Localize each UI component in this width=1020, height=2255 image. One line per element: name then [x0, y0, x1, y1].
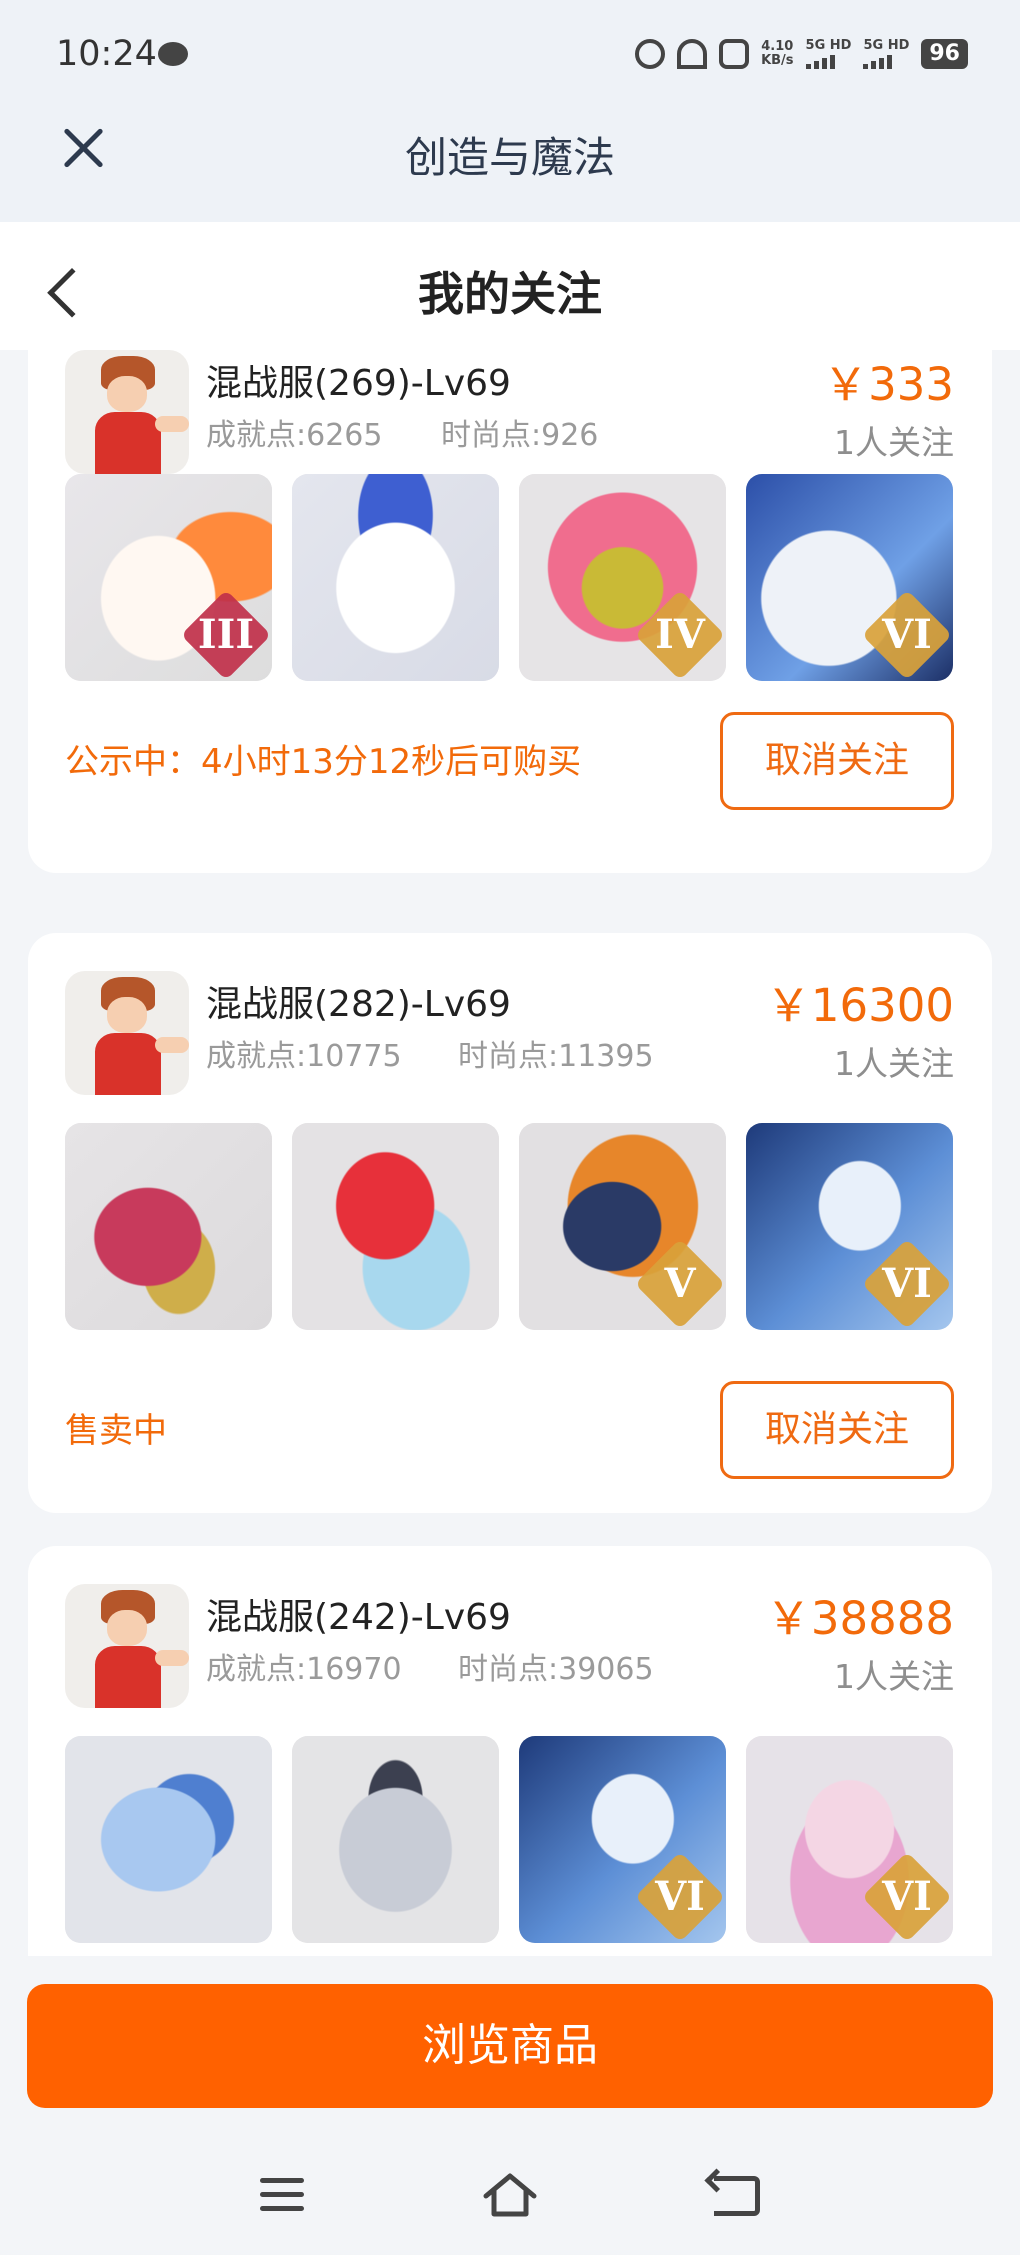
follower-count: 1人关注 — [834, 1044, 954, 1083]
character-avatar — [65, 350, 189, 474]
tier-badge: VI — [882, 611, 932, 658]
browse-products-button[interactable]: 浏览商品 — [27, 1984, 993, 2108]
status-bar: 10:24 4.10 KB/s 5G HD 5G HD 96 — [0, 0, 1020, 110]
owl-mount-icon[interactable] — [292, 474, 499, 681]
home-icon[interactable] — [482, 2170, 538, 2220]
ice-warrior-icon[interactable]: VI — [519, 1736, 726, 1943]
follower-count: 1人关注 — [834, 423, 954, 462]
back-nav-icon[interactable] — [714, 2176, 760, 2216]
signal-2: 5G HD — [863, 39, 909, 69]
price: ￥38888 — [765, 1592, 954, 1645]
unicorn-mount-icon[interactable]: III — [65, 474, 272, 681]
achievement-points: 成就点:16970 — [206, 1652, 402, 1687]
tier-badge: VI — [882, 1260, 932, 1307]
status-time: 10:24 — [56, 34, 157, 74]
price: ￥333 — [823, 358, 954, 411]
tier-badge: IV — [655, 611, 705, 658]
fashion-points: 时尚点:11395 — [458, 1039, 654, 1074]
item-thumbnails: III IV VI — [65, 474, 953, 681]
listing-status: 公示中：4小时13分12秒后可购买 — [65, 742, 582, 782]
speed-value: 4.10 — [761, 39, 794, 54]
speedometer-icon — [677, 39, 708, 69]
battery-icon: 96 — [921, 39, 968, 69]
fire-dragon-icon[interactable]: V — [519, 1123, 726, 1330]
app-title: 创造与魔法 — [404, 133, 615, 182]
pink-bear-icon[interactable]: IV — [519, 474, 726, 681]
listing-card[interactable]: 混战服(282)-Lv69 成就点:10775 时尚点:11395 ￥16300… — [28, 933, 992, 1513]
signal-1: 5G HD — [805, 38, 852, 69]
listing-card[interactable]: 混战服(269)-Lv69 成就点:6265 时尚点:926 ￥333 1人关注… — [28, 350, 992, 873]
achievement-points: 成就点:6265 — [206, 418, 383, 453]
tier-badge: III — [197, 611, 255, 658]
fashion-points: 时尚点:39065 — [458, 1652, 654, 1687]
achievement-points: 成就点:10775 — [206, 1039, 402, 1074]
follower-count: 1人关注 — [834, 1657, 954, 1696]
speed-unit: KB/s — [761, 53, 794, 68]
character-avatar — [65, 971, 189, 1095]
white-tiger-icon[interactable]: VI — [746, 474, 953, 681]
signal-1-label: 5G HD — [805, 38, 852, 53]
mute-icon — [719, 39, 750, 69]
status-icons: 4.10 KB/s 5G HD 5G HD 96 — [635, 34, 968, 74]
listing-status: 售卖中 — [65, 1411, 167, 1451]
network-speed: 4.10 KB/s — [761, 40, 793, 68]
server-level: 混战服(282)-Lv69 — [206, 984, 511, 1025]
server-level: 混战服(269)-Lv69 — [206, 363, 511, 404]
silver-dragon-icon[interactable] — [292, 1736, 499, 1943]
dragon-mount-icon[interactable] — [65, 1123, 272, 1330]
signal-bars-icon — [863, 53, 893, 69]
tier-badge: VI — [882, 1873, 932, 1920]
character-avatar — [65, 1584, 189, 1708]
item-thumbnails: VI VI — [65, 1736, 953, 1943]
alarm-icon — [635, 39, 666, 69]
listing-card[interactable]: 混战服(242)-Lv69 成就点:16970 时尚点:39065 ￥38888… — [28, 1546, 992, 1956]
signal-bars-icon — [805, 53, 835, 69]
menu-icon[interactable] — [260, 2178, 304, 2214]
page-title: 我的关注 — [418, 267, 602, 321]
blue-dragon-icon[interactable] — [65, 1736, 272, 1943]
tier-badge: V — [664, 1260, 696, 1307]
fashion-points: 时尚点:926 — [441, 418, 599, 453]
unfollow-button[interactable]: 取消关注 — [720, 712, 954, 810]
red-fish-mount-icon[interactable] — [292, 1123, 499, 1330]
fox-girl-icon[interactable]: VI — [746, 1736, 953, 1943]
signal-2-label: 5G HD — [863, 38, 910, 53]
chat-notification-icon — [158, 42, 188, 66]
server-level: 混战服(242)-Lv69 — [206, 1597, 511, 1638]
ice-warrior-icon[interactable]: VI — [746, 1123, 953, 1330]
price: ￥16300 — [765, 979, 954, 1032]
item-thumbnails: V VI — [65, 1123, 953, 1330]
tier-badge: VI — [655, 1873, 705, 1920]
followed-list[interactable]: 混战服(269)-Lv69 成就点:6265 时尚点:926 ￥333 1人关注… — [0, 350, 1020, 1956]
unfollow-button[interactable]: 取消关注 — [720, 1381, 954, 1479]
